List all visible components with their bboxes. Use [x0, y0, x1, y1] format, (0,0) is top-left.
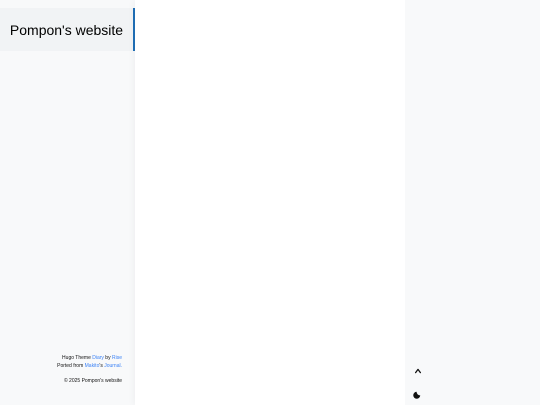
ported-author-link[interactable]: Makito	[85, 363, 100, 369]
footer-credits: Hugo Theme Diary by Rise Ported from Mak…	[0, 354, 122, 370]
ported-prefix: Ported from	[57, 363, 85, 369]
footer-copyright: © 2025 Pompon's website	[63, 378, 122, 384]
site-title-block: Pompon's website	[0, 8, 135, 51]
site-title-link[interactable]: Pompon's website	[10, 22, 123, 38]
moon-icon	[413, 391, 421, 399]
ported-project-link[interactable]: Journal.	[104, 363, 122, 369]
theme-credit-line: Hugo Theme Diary by Rise	[0, 354, 122, 362]
dark-mode-button[interactable]	[410, 386, 426, 402]
scroll-top-button[interactable]	[410, 363, 426, 379]
author-link[interactable]: Rise	[112, 355, 122, 361]
page: Pompon's website Hugo Theme Diary by Ris…	[0, 0, 540, 405]
main-content	[135, 0, 405, 405]
tools-column	[405, 0, 540, 405]
theme-prefix: Hugo Theme	[62, 355, 93, 361]
theme-link[interactable]: Diary	[92, 355, 104, 361]
sidebar: Pompon's website Hugo Theme Diary by Ris…	[0, 0, 135, 405]
by-text: by	[103, 355, 112, 361]
chevron-up-icon	[414, 368, 422, 374]
ported-credit-line: Ported from Makito's Journal.	[0, 362, 122, 370]
